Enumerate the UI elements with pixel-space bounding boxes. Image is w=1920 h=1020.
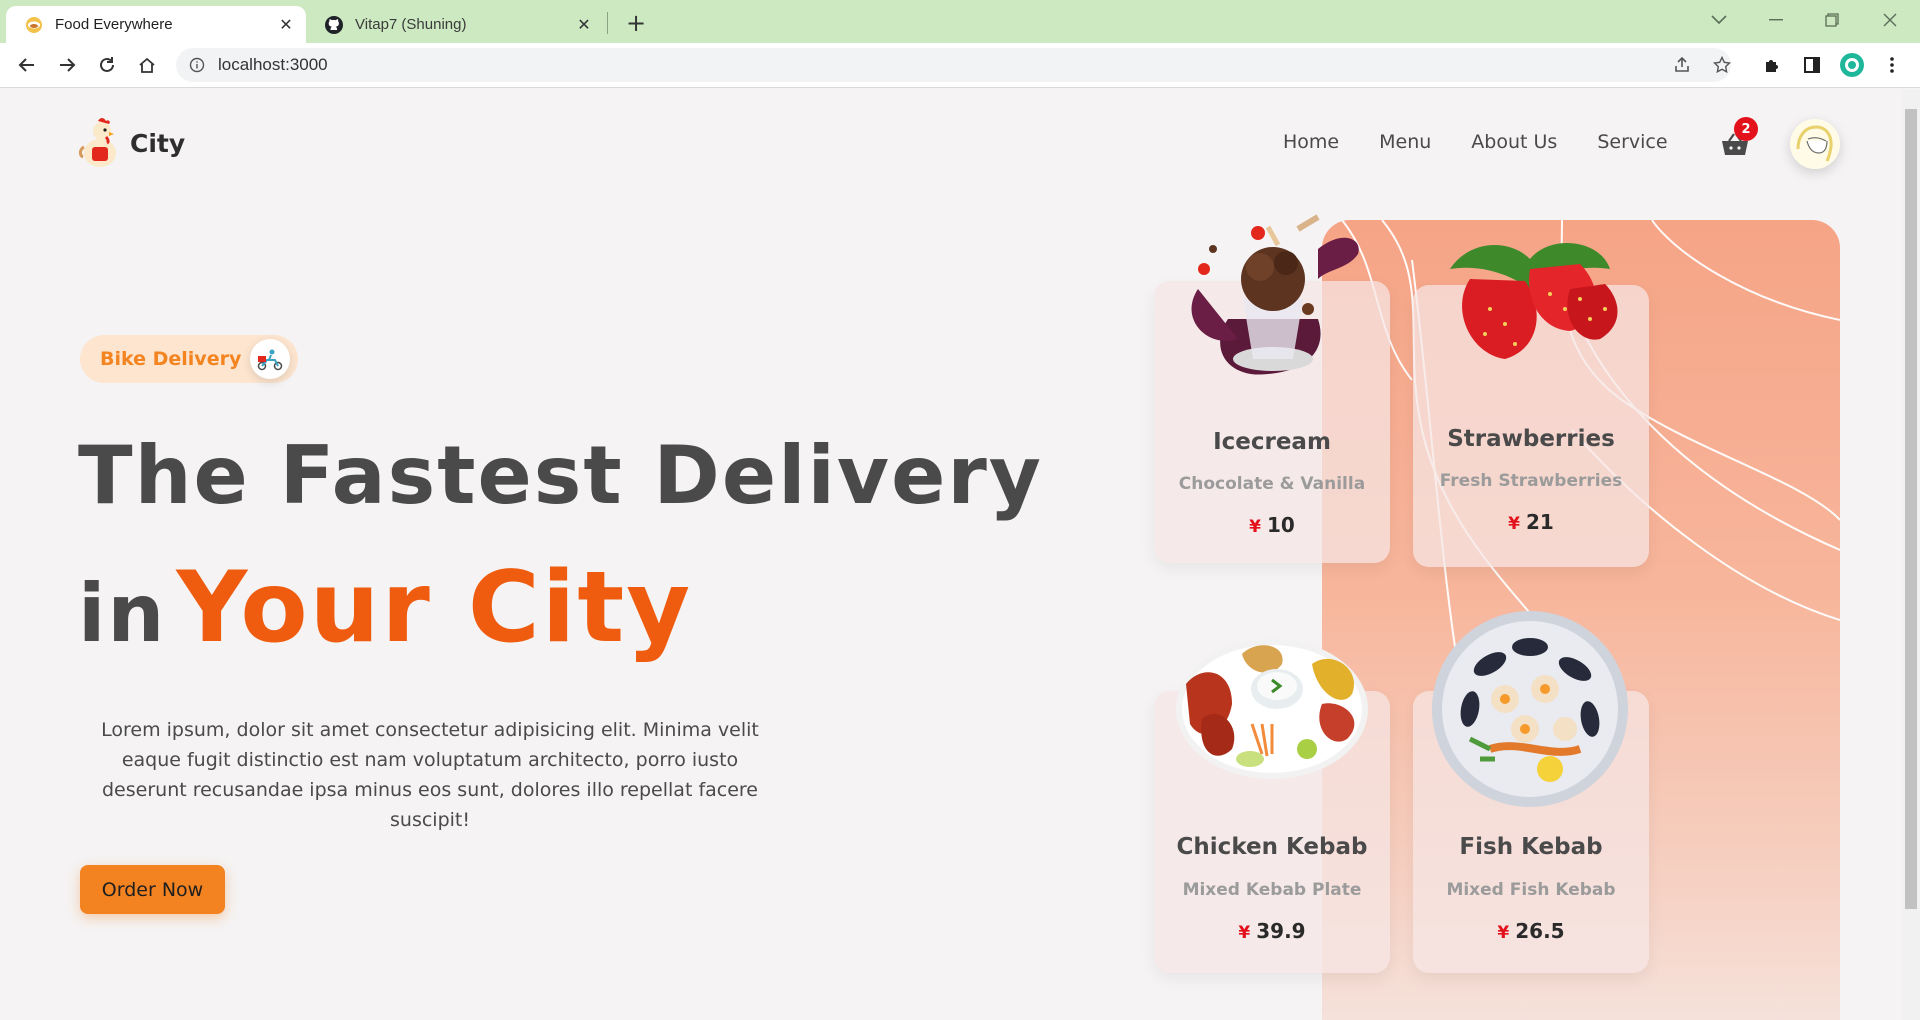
fish-kebab-image: [1432, 611, 1628, 807]
card-price: ¥10: [1154, 513, 1390, 537]
site-info-icon[interactable]: [188, 56, 206, 74]
card-title: Strawberries: [1447, 426, 1615, 452]
main-nav: Home Menu About Us Service: [1283, 131, 1708, 153]
scrollbar-thumb[interactable]: [1905, 109, 1917, 909]
minimize-icon[interactable]: [1754, 6, 1798, 34]
brand-name: City: [130, 128, 186, 158]
headline-in: in: [78, 567, 167, 660]
browser-tab[interactable]: Vitap7 (Shuning) ✕: [310, 6, 604, 43]
tab-title: Vitap7 (Shuning): [355, 16, 467, 33]
currency-symbol: ¥: [1508, 514, 1520, 534]
page-scrollbar[interactable]: [1902, 89, 1920, 1020]
avatar-illustration-icon: [1790, 119, 1840, 169]
card-price: ¥39.9: [1154, 919, 1390, 943]
user-avatar[interactable]: [1790, 119, 1840, 169]
currency-symbol: ¥: [1249, 517, 1261, 537]
scooter-delivery-icon: [250, 339, 290, 379]
page-viewport: City Home Menu About Us Service 2 Bike D…: [0, 89, 1902, 1020]
currency-symbol: ¥: [1497, 923, 1510, 943]
close-tab-icon[interactable]: ✕: [274, 13, 298, 37]
tab-title: Food Everywhere: [55, 16, 173, 33]
order-now-button[interactable]: Order Now: [80, 865, 225, 914]
browser-tab-strip: Food Everywhere ✕ Vitap7 (Shuning) ✕ +: [0, 0, 1920, 43]
side-panel-icon[interactable]: [1798, 51, 1826, 79]
pill-label: Bike Delivery: [100, 348, 242, 370]
chicken-mascot-icon: [79, 118, 116, 167]
price-value: 39.9: [1256, 919, 1306, 943]
card-subtitle: Fresh Strawberries: [1439, 471, 1623, 491]
profile-icon[interactable]: [1838, 51, 1866, 79]
chicken-kebab-image: [1176, 639, 1368, 779]
bike-delivery-pill: Bike Delivery: [80, 335, 298, 383]
tab-divider: [607, 12, 608, 34]
icecream-image: [1191, 214, 1359, 375]
nav-service[interactable]: Service: [1597, 131, 1667, 153]
price-value: 26.5: [1515, 919, 1565, 943]
hero-headline-line2: in Your City: [78, 551, 692, 665]
card-price: ¥26.5: [1413, 919, 1649, 943]
new-tab-icon[interactable]: +: [622, 9, 650, 37]
tab-search-chevron-icon[interactable]: [1697, 6, 1741, 34]
cart-count-badge: 2: [1734, 117, 1758, 141]
browser-tab-active[interactable]: Food Everywhere ✕: [6, 6, 306, 43]
hero-headline-line1: The Fastest Delivery: [78, 429, 1043, 522]
close-tab-icon[interactable]: ✕: [572, 13, 596, 37]
restore-icon[interactable]: [1810, 6, 1854, 34]
card-title: Fish Kebab: [1459, 834, 1603, 860]
price-value: 21: [1526, 510, 1554, 534]
price-value: 10: [1267, 513, 1295, 537]
card-price: ¥21: [1413, 510, 1649, 534]
extensions-puzzle-icon[interactable]: [1758, 51, 1786, 79]
nav-about-us[interactable]: About Us: [1471, 131, 1557, 153]
github-icon: [324, 15, 344, 35]
address-bar[interactable]: localhost:3000: [176, 48, 1731, 82]
home-icon[interactable]: [131, 49, 163, 81]
headline-accent: Your City: [176, 551, 693, 665]
card-subtitle: Mixed Fish Kebab: [1446, 880, 1616, 900]
strawberries-image: [1450, 242, 1618, 359]
card-title: Chicken Kebab: [1176, 834, 1368, 860]
nav-home[interactable]: Home: [1283, 131, 1339, 153]
back-arrow-icon[interactable]: [11, 49, 43, 81]
browser-toolbar: localhost:3000: [0, 43, 1920, 88]
kebab-menu-icon[interactable]: [1878, 51, 1906, 79]
cart-button[interactable]: 2: [1720, 117, 1758, 159]
hero-description: Lorem ipsum, dolor sit amet consectetur …: [101, 719, 759, 831]
brand-logo[interactable]: City: [78, 117, 185, 169]
forward-arrow-icon[interactable]: [51, 49, 83, 81]
url-text: localhost:3000: [218, 55, 328, 74]
share-icon[interactable]: [1668, 51, 1696, 79]
currency-symbol: ¥: [1238, 923, 1251, 943]
close-window-icon[interactable]: [1868, 6, 1912, 34]
card-subtitle: Mixed Kebab Plate: [1182, 880, 1362, 900]
nav-menu[interactable]: Menu: [1379, 131, 1431, 153]
food-favicon-icon: [24, 15, 44, 35]
card-subtitle: Chocolate & Vanilla: [1178, 474, 1366, 494]
reload-icon[interactable]: [91, 49, 123, 81]
bookmark-star-icon[interactable]: [1708, 51, 1736, 79]
card-title: Icecream: [1213, 429, 1331, 455]
